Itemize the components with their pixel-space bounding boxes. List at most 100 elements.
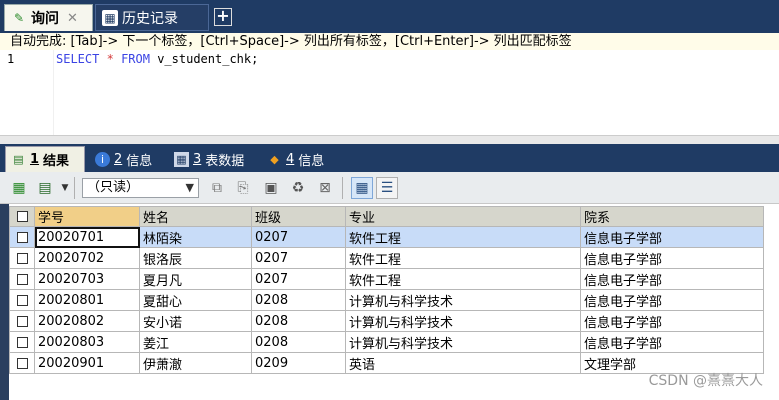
read-mode-select[interactable]: （只读） ▼	[82, 178, 199, 198]
text-view-icon[interactable]: ☰	[376, 177, 398, 199]
result-tab-bar: ▤ 1 结果 i 2 信息 ▦ 3 表数据 ◆ 4 信息	[0, 144, 779, 172]
save-icon[interactable]: ▣	[262, 179, 280, 197]
table-cell[interactable]: 20020802	[34, 310, 140, 332]
table-cell[interactable]: 0209	[251, 352, 346, 374]
tab-history[interactable]: ▦ 历史记录	[95, 4, 209, 31]
chevron-down-icon[interactable]: ▼	[56, 179, 74, 197]
line-gutter: 1	[0, 50, 54, 135]
tab-result-num: 1	[30, 152, 40, 167]
column-header[interactable]: 姓名	[139, 206, 252, 227]
add-row-icon[interactable]: ▦	[10, 179, 28, 197]
table-cell[interactable]: 0207	[251, 268, 346, 290]
cancel-icon[interactable]: ⊠	[316, 179, 334, 197]
tab-table-data-label: 表数据	[205, 153, 245, 169]
table-row[interactable]: 20020803 姜江 0208 计算机与科学技术 信息电子学部	[9, 331, 764, 353]
table-cell[interactable]: 安小诺	[139, 310, 252, 332]
table-cell[interactable]: 软件工程	[345, 247, 581, 269]
table-cell[interactable]: 20020803	[34, 331, 140, 353]
close-icon[interactable]: ✕	[67, 11, 78, 26]
tab-result[interactable]: ▤ 1 结果	[5, 146, 85, 172]
sql-code[interactable]: SELECT * FROM v_student_chk;	[56, 52, 258, 66]
table-cell[interactable]: 0207	[251, 226, 346, 248]
column-header[interactable]: 专业	[345, 206, 581, 227]
tab-info[interactable]: ◆ 4 信息	[262, 146, 340, 172]
table-cell[interactable]: 信息电子学部	[580, 331, 764, 353]
column-header[interactable]: 班级	[251, 206, 346, 227]
keyword-select: SELECT	[56, 52, 100, 66]
table-row[interactable]: 20020801 夏甜心 0208 计算机与科学技术 信息电子学部	[9, 289, 764, 311]
table-cell[interactable]: 伊萧澈	[139, 352, 252, 374]
new-tab-button[interactable]: +	[214, 8, 232, 26]
tab-table-data[interactable]: ▦ 3 表数据	[169, 146, 257, 172]
grid-view-icon[interactable]: ▦	[351, 177, 373, 199]
tab-result-label: 结果	[43, 154, 70, 169]
tab-query[interactable]: ✎ 询问 ✕	[4, 4, 93, 31]
table-cell[interactable]: 计算机与科学技术	[345, 331, 581, 353]
table-cell[interactable]: 软件工程	[345, 268, 581, 290]
delete-icon[interactable]: ♻	[289, 179, 307, 197]
table-cell[interactable]: 信息电子学部	[580, 289, 764, 311]
tab-messages-label: 信息	[126, 153, 153, 169]
table-cell[interactable]: 0208	[251, 331, 346, 353]
result-grid-area: 学号 姓名 班级 专业 院系 20020701 林陌染 0207 软件工程 信息…	[0, 204, 779, 400]
table-cell[interactable]: 0208	[251, 289, 346, 311]
table-cell[interactable]: 0208	[251, 310, 346, 332]
row-checkbox[interactable]	[9, 226, 35, 248]
table-cell[interactable]: 信息电子学部	[580, 268, 764, 290]
table-cell[interactable]: 计算机与科学技术	[345, 289, 581, 311]
column-header[interactable]: 学号	[34, 206, 140, 227]
select-all-checkbox[interactable]	[9, 206, 35, 227]
autocomplete-hint: 自动完成: [Tab]-> 下一个标签，[Ctrl+Space]-> 列出所有标…	[0, 33, 779, 50]
table-row[interactable]: 20020702 银洛辰 0207 软件工程 信息电子学部	[9, 247, 764, 269]
pane-splitter[interactable]	[0, 135, 779, 144]
table-cell[interactable]: 姜江	[139, 331, 252, 353]
table-cell[interactable]: 20020701	[34, 226, 140, 248]
export-icon[interactable]: ▤	[36, 179, 54, 197]
table-cell[interactable]: 20020703	[34, 268, 140, 290]
table-cell[interactable]: 信息电子学部	[580, 310, 764, 332]
result-grid: 学号 姓名 班级 专业 院系 20020701 林陌染 0207 软件工程 信息…	[9, 206, 764, 374]
table-cell[interactable]: 夏月凡	[139, 268, 252, 290]
table-cell[interactable]: 林陌染	[139, 226, 252, 248]
info-chart-icon: ◆	[270, 152, 279, 166]
row-checkbox[interactable]	[9, 331, 35, 353]
sql-editor[interactable]: 1 SELECT * FROM v_student_chk;	[0, 50, 779, 135]
tab-messages-num: 2	[114, 151, 123, 167]
line-number: 1	[7, 52, 15, 66]
tab-messages[interactable]: i 2 信息	[90, 146, 165, 172]
column-header[interactable]: 院系	[580, 206, 764, 227]
watermark: CSDN @熹熹大人	[648, 373, 763, 389]
table-cell[interactable]: 20020702	[34, 247, 140, 269]
table-row[interactable]: 20020701 林陌染 0207 软件工程 信息电子学部	[9, 226, 764, 248]
table-row[interactable]: 20020802 安小诺 0208 计算机与科学技术 信息电子学部	[9, 310, 764, 332]
query-icon: ✎	[13, 11, 25, 25]
table-cell[interactable]: 信息电子学部	[580, 226, 764, 248]
table-cell[interactable]: 英语	[345, 352, 581, 374]
table-cell[interactable]: 软件工程	[345, 226, 581, 248]
toolbar-divider	[342, 177, 343, 199]
tab-info-label: 信息	[298, 153, 325, 169]
row-checkbox[interactable]	[9, 352, 35, 374]
info-icon: i	[95, 151, 110, 167]
table-name: v_student_chk;	[157, 52, 259, 66]
tab-history-label: 历史记录	[122, 10, 178, 27]
history-icon: ▦	[102, 9, 118, 26]
editor-tab-bar: ✎ 询问 ✕ ▦ 历史记录 +	[0, 0, 779, 33]
table-row[interactable]: 20020703 夏月凡 0207 软件工程 信息电子学部	[9, 268, 764, 290]
table-cell[interactable]: 20020901	[34, 352, 140, 374]
result-grid-icon: ▤	[13, 153, 24, 166]
row-checkbox[interactable]	[9, 268, 35, 290]
table-cell[interactable]: 银洛辰	[139, 247, 252, 269]
table-cell[interactable]: 0207	[251, 247, 346, 269]
copy-icon[interactable]: ⧉	[208, 179, 226, 197]
row-checkbox[interactable]	[9, 310, 35, 332]
duplicate-icon[interactable]: ⎘	[234, 179, 252, 197]
row-checkbox[interactable]	[9, 247, 35, 269]
table-cell[interactable]: 20020801	[34, 289, 140, 311]
table-cell[interactable]: 计算机与科学技术	[345, 310, 581, 332]
grid-header-row: 学号 姓名 班级 专业 院系	[9, 206, 764, 227]
read-mode-value: （只读）	[87, 180, 140, 195]
table-cell[interactable]: 夏甜心	[139, 289, 252, 311]
row-checkbox[interactable]	[9, 289, 35, 311]
table-cell[interactable]: 信息电子学部	[580, 247, 764, 269]
